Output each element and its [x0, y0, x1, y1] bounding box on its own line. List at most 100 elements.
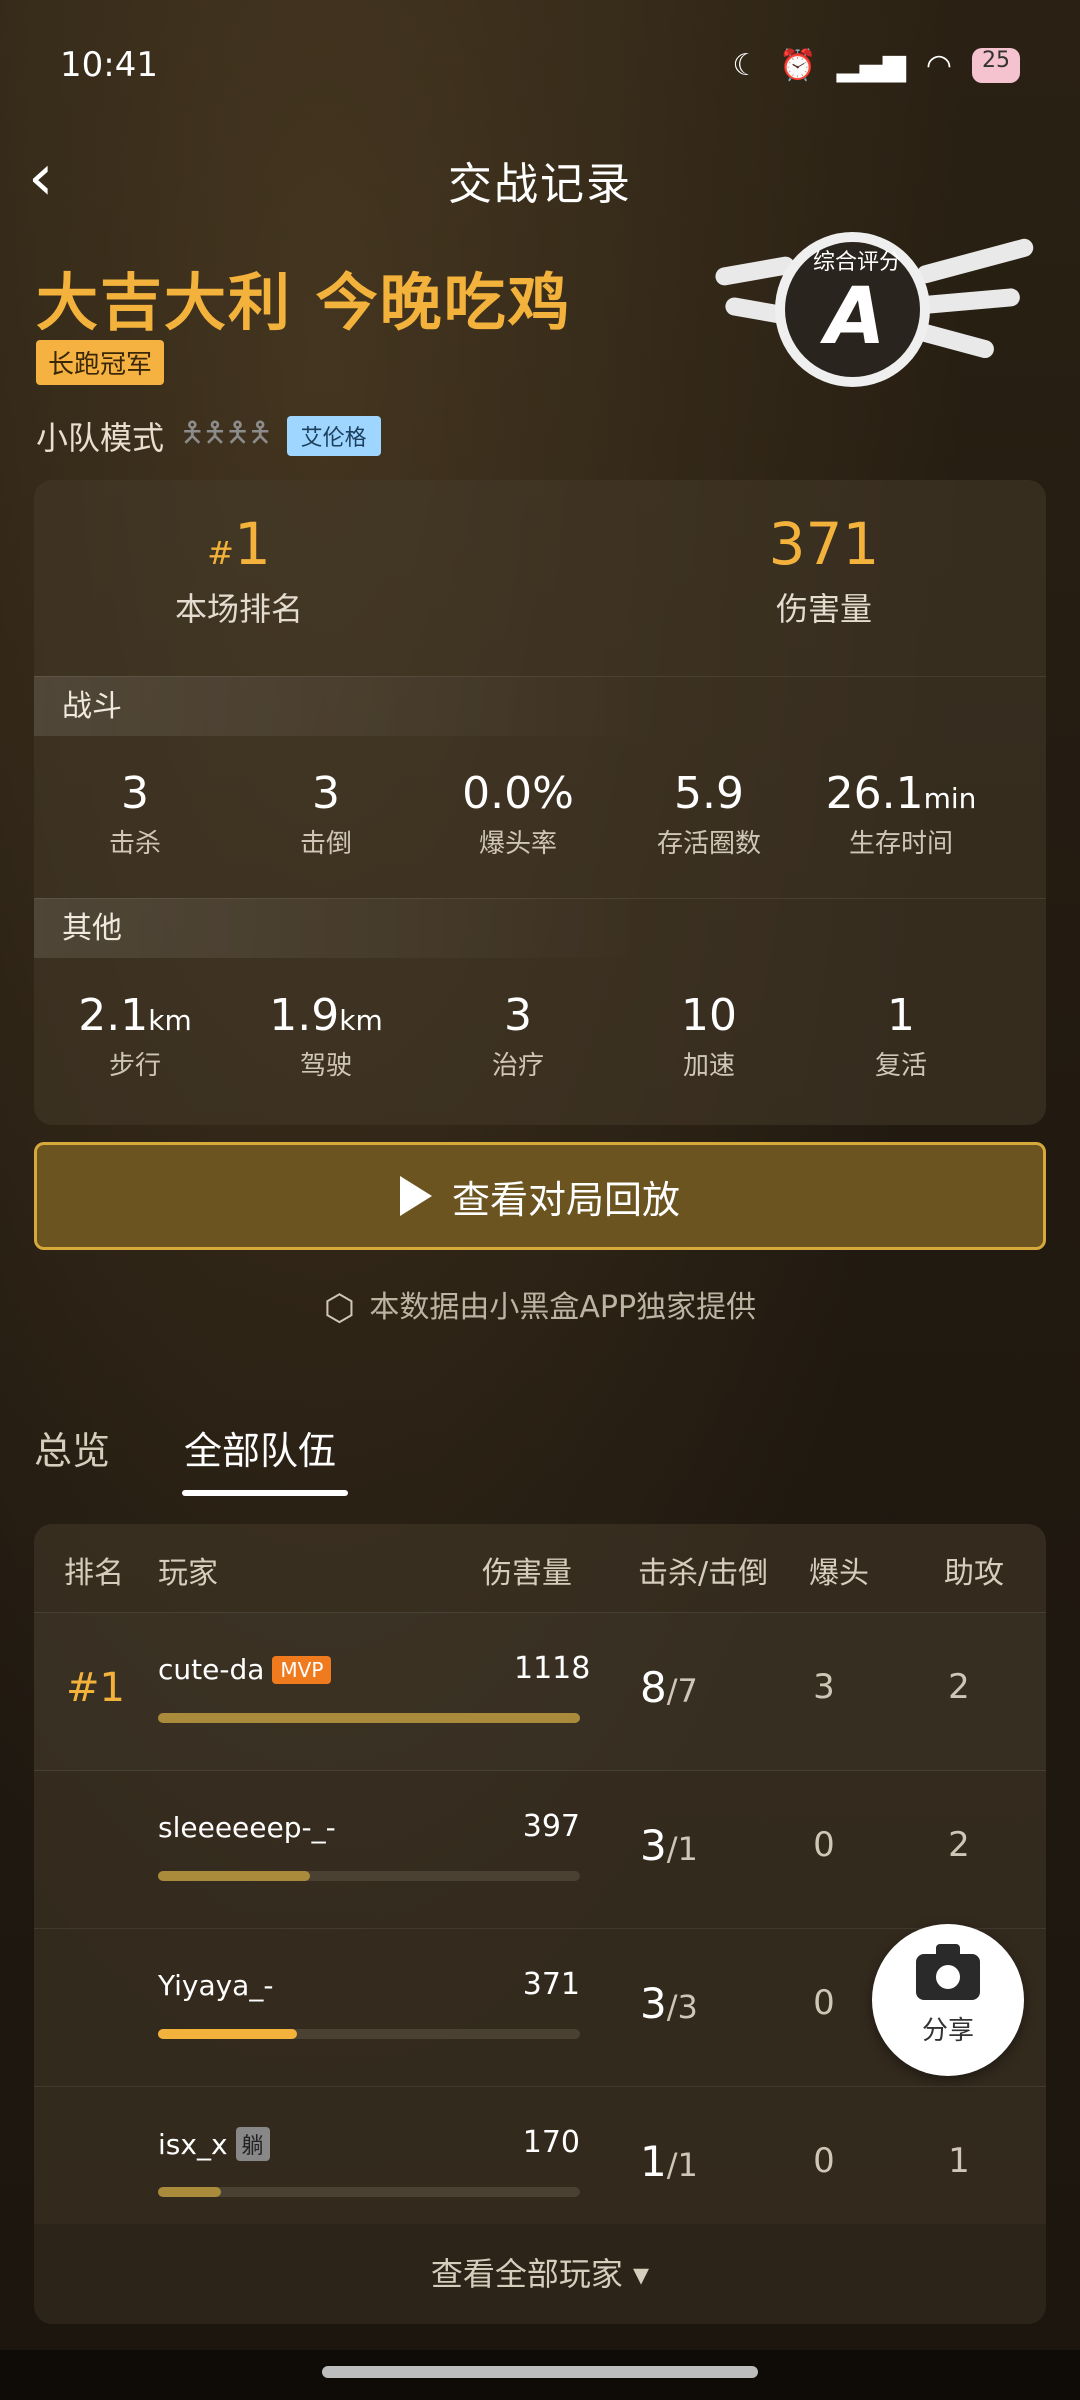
stat-unit: km	[339, 1004, 383, 1037]
status-icons: ☾ ⏰ ▂▄▆ ◠ 25	[732, 47, 1020, 83]
wifi-icon: ◠	[925, 47, 952, 83]
tab-bar: 总览 全部队伍	[34, 1410, 1046, 1500]
squad-people-icon: 🯅🯅🯅🯅	[180, 416, 273, 449]
stat-value: 1.9	[269, 990, 340, 1041]
col-rank: 排名	[64, 1556, 124, 1591]
player-name-wrap: sleeeeeep-_-	[158, 1811, 336, 1844]
rank-hash: #	[207, 534, 234, 572]
assists: 1	[948, 2141, 970, 2181]
stat-label: 治疗	[491, 1051, 544, 1081]
watch-replay-button[interactable]: 查看对局回放	[34, 1142, 1046, 1250]
damage-bar-fill	[158, 1871, 310, 1881]
row-rank: #1	[66, 1665, 125, 1711]
table-row[interactable]: #1 cute-da MVP 1118 8/7 3 2	[34, 1612, 1046, 1771]
stat-drive: 1.9km 驾驶	[225, 990, 427, 1082]
stat-knocks: 3 击倒	[225, 768, 427, 860]
player-name-wrap: cute-da MVP	[158, 1653, 332, 1686]
damage-bar-fill	[158, 2029, 298, 2039]
mode-row: 小队模式 🯅🯅🯅🯅 艾伦格	[36, 412, 381, 460]
rating-grade: A	[825, 272, 886, 362]
kills-downs: 3/3	[640, 1979, 698, 2028]
see-all-players-button[interactable]: 查看全部玩家 ▾	[34, 2224, 1046, 2324]
replay-label: 查看对局回放	[451, 1177, 680, 1222]
other-stats-row: 2.1km 步行 1.9km 驾驶 3 治疗 10 加速 1 复活	[34, 990, 1046, 1120]
other-section-label: 其他	[34, 898, 1046, 958]
damage-value: 371	[768, 510, 880, 578]
champion-tag: 长跑冠军	[36, 340, 165, 385]
active-tab-indicator	[182, 1490, 348, 1496]
rating-badge: 综合评分 A	[714, 232, 1045, 432]
stat-survival-time: 26.1min 生存时间	[800, 768, 1002, 860]
headshots: 0	[813, 1983, 835, 2023]
stat-label: 存活圈数	[656, 829, 761, 859]
damage-bar	[158, 1713, 580, 1723]
stat-kills: 3 击杀	[34, 768, 236, 860]
stat-label: 生存时间	[848, 829, 953, 859]
kills-downs: 1/1	[640, 2137, 698, 2186]
damage-bar	[158, 2029, 580, 2039]
damage-label: 伤害量	[775, 590, 872, 628]
stat-heal: 3 治疗	[417, 990, 619, 1082]
moon-icon: ☾	[732, 47, 760, 83]
downs: 3	[677, 1988, 698, 2026]
stat-walk: 2.1km 步行	[34, 990, 236, 1082]
kills: 3	[640, 1821, 667, 1870]
back-arrow-icon[interactable]: ‹	[28, 146, 88, 210]
team-table: 排名 玩家 伤害量 击杀/击倒 爆头 助攻 #1 cute-da MVP 1118…	[34, 1524, 1046, 2324]
player-name: cute-da	[158, 1653, 265, 1686]
stat-boost: 10 加速	[608, 990, 810, 1082]
result-banner: 大吉大利 今晚吃鸡 长跑冠军 小队模式 🯅🯅🯅🯅 艾伦格 综合评分 A	[0, 232, 1080, 472]
player-name-wrap: Yiyaya_-	[158, 1969, 273, 2002]
downs: 7	[677, 1672, 698, 1710]
kills: 8	[640, 1663, 667, 1712]
stat-value: 10	[681, 990, 737, 1041]
table-header: 排名 玩家 伤害量 击杀/击倒 爆头 助攻	[34, 1524, 1046, 1612]
summary-stats: #1 本场排名 371 伤害量	[34, 480, 1046, 676]
home-indicator[interactable]	[322, 2366, 758, 2378]
player-damage: 1118	[514, 1651, 591, 1686]
combat-section-label: 战斗	[34, 676, 1046, 736]
stat-revive: 1 复活	[800, 990, 1002, 1082]
combat-stats-row: 3 击杀 3 击倒 0.0% 爆头率 5.9 存活圈数 26.1min 生存时间	[34, 768, 1046, 898]
stat-circles: 5.9 存活圈数	[608, 768, 810, 860]
status-time: 10:41	[60, 45, 158, 85]
assists: 2	[948, 1667, 970, 1707]
win-title: 大吉大利 今晚吃鸡	[36, 266, 572, 339]
stat-value: 3	[121, 768, 149, 819]
col-assist: 助攻	[944, 1556, 1004, 1591]
kills-downs: 8/7	[640, 1663, 698, 1712]
assists: 2	[948, 1825, 970, 1865]
downs: 1	[677, 2146, 698, 2184]
table-row[interactable]: sleeeeeep-_- 397 3/1 0 2	[34, 1770, 1046, 1929]
damage-bar	[158, 1871, 580, 1881]
page-header: ‹ 交战记录	[0, 130, 1080, 230]
share-label: 分享	[921, 2015, 974, 2046]
tab-all-teams[interactable]: 全部队伍	[184, 1420, 336, 1475]
table-row[interactable]: isx_x 躺 170 1/1 0 1	[34, 2086, 1046, 2245]
status-bar: 10:41 ☾ ⏰ ▂▄▆ ◠ 25	[0, 0, 1080, 130]
source-text: 本数据由小黑盒APP独家提供	[369, 1290, 757, 1325]
damage-bar-fill	[158, 2187, 222, 2197]
stat-value: 2.1	[78, 990, 149, 1041]
player-name: sleeeeeep-_-	[158, 1811, 336, 1844]
stat-label: 驾驶	[299, 1051, 352, 1081]
player-damage: 371	[522, 1967, 580, 2002]
kills: 3	[640, 1979, 667, 2028]
stat-headshot-rate: 0.0% 爆头率	[417, 768, 619, 860]
stat-label: 复活	[874, 1051, 927, 1081]
stat-value: 26.1	[825, 768, 924, 819]
stat-label: 击倒	[299, 829, 352, 859]
damage-stat: 371 伤害量	[659, 510, 989, 630]
tab-overview[interactable]: 总览	[34, 1420, 110, 1475]
page-title: 交战记录	[448, 159, 632, 210]
share-button[interactable]: 分享	[872, 1924, 1024, 2076]
rank-value: 1	[233, 510, 271, 578]
downs: 1	[677, 1830, 698, 1868]
data-source-note: ⬡ 本数据由小黑盒APP独家提供	[0, 1282, 1080, 1329]
damage-bar	[158, 2187, 580, 2197]
stats-card: #1 本场排名 371 伤害量 战斗 3 击杀 3 击倒 0.0% 爆头率 5.9 存活…	[34, 480, 1046, 1125]
kills: 1	[640, 2137, 667, 2186]
map-tag: 艾伦格	[286, 416, 381, 456]
lying-badge: 躺	[235, 2127, 270, 2161]
col-player: 玩家	[158, 1556, 218, 1591]
